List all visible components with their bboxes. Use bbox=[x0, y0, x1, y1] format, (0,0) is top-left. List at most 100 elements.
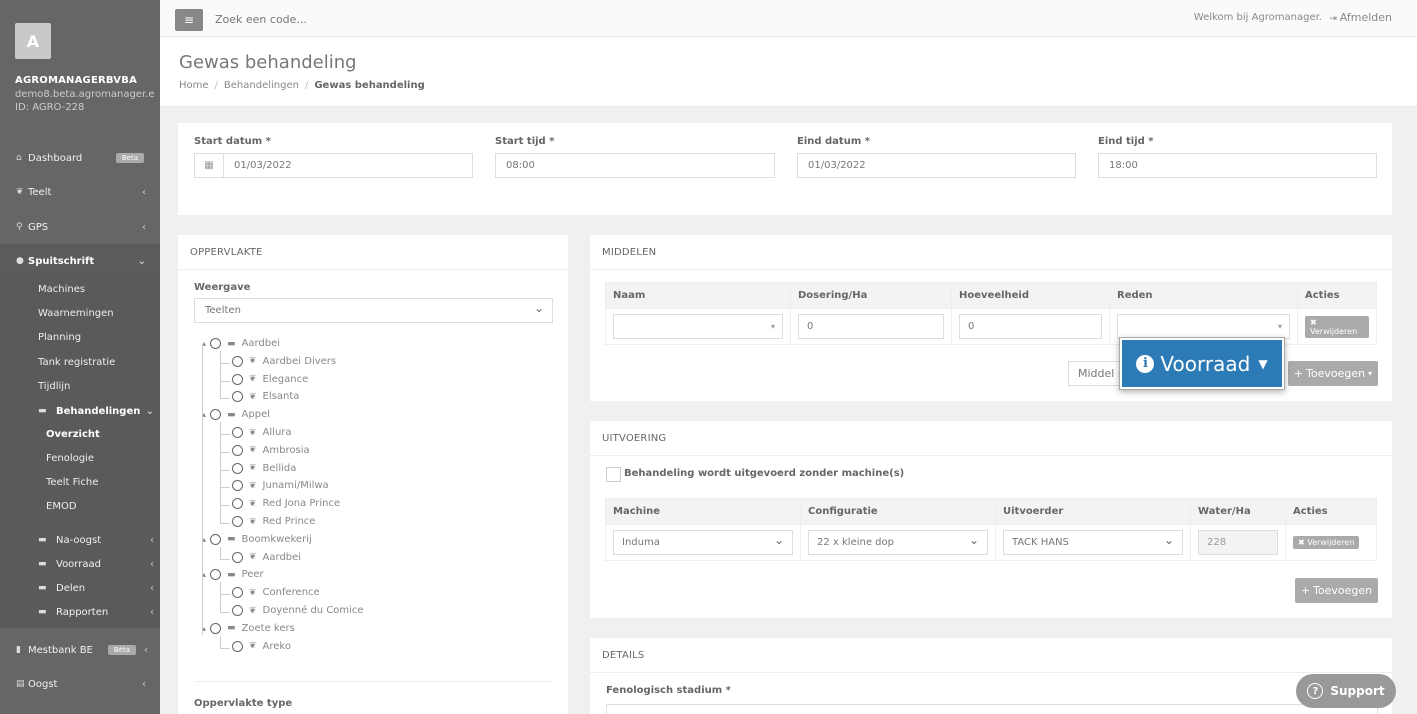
voorraad-dropdown-button[interactable]: i Voorraad ▼ bbox=[1119, 337, 1285, 390]
menu-toggle-button[interactable]: ≡ bbox=[175, 9, 203, 31]
tree-connector bbox=[220, 523, 230, 524]
radio-circle[interactable] bbox=[232, 551, 243, 563]
radio-circle[interactable] bbox=[210, 409, 222, 421]
breadcrumb-behandelingen[interactable]: Behandelingen bbox=[224, 80, 299, 91]
calendar-icon[interactable]: ▦ bbox=[194, 153, 224, 178]
tree-group-label: Zoete kers bbox=[241, 622, 295, 634]
tree-leaf[interactable]: ❦ Areko bbox=[232, 640, 291, 652]
tree-leaf-label: Elsanta bbox=[262, 391, 300, 403]
radio-circle[interactable] bbox=[232, 498, 243, 510]
chevron-left-icon: ‹ bbox=[150, 534, 154, 546]
sidebar-item-label: Teelt bbox=[28, 186, 52, 198]
sidebar-item-teelt[interactable]: ❦ Teelt ‹ bbox=[0, 180, 160, 204]
sidebar-subitem-voorraad[interactable]: ▬ Voorraad ‹ bbox=[0, 552, 160, 576]
radio-circle[interactable] bbox=[232, 480, 243, 492]
folder-icon: ▬ bbox=[38, 607, 47, 617]
tree-leaf[interactable]: ❦ Aardbei bbox=[232, 551, 301, 563]
sidebar-subitem-delen[interactable]: ▬ Delen ‹ bbox=[0, 576, 160, 600]
radio-circle[interactable] bbox=[232, 391, 243, 403]
sidebar-subitem-planning[interactable]: Planning bbox=[38, 332, 81, 343]
tree-leaf[interactable]: ❦ Elsanta bbox=[232, 391, 300, 403]
tree-leaf[interactable]: ❦ Bellida bbox=[232, 462, 296, 474]
machine-select[interactable]: Induma bbox=[613, 530, 793, 555]
tree-group[interactable]: ▴ ▬ Zoete kers bbox=[202, 622, 295, 634]
tree-leaf[interactable]: ❦ Aardbei Divers bbox=[232, 355, 336, 367]
eind-datum-input[interactable]: 01/03/2022 bbox=[797, 153, 1076, 178]
tree-group[interactable]: ▴ ▬ Appel bbox=[202, 409, 270, 421]
fenologisch-select[interactable] bbox=[606, 704, 1378, 714]
radio-circle[interactable] bbox=[232, 444, 243, 456]
tree-leaf[interactable]: ❦ Ambrosia bbox=[232, 444, 310, 456]
no-machine-checkbox[interactable] bbox=[606, 467, 621, 482]
sidebar-subitem-emod[interactable]: EMOD bbox=[46, 501, 77, 512]
configuratie-select[interactable]: 22 x kleine dop bbox=[808, 530, 988, 555]
sidebar-item-gps[interactable]: ⚲ GPS ‹ bbox=[0, 215, 160, 239]
tree-leaf[interactable]: ❦ Elegance bbox=[232, 373, 308, 385]
tree-group[interactable]: ▴ ▬ Boomkwekerij bbox=[202, 533, 312, 545]
add-middel-button[interactable]: + Toevoegen ▾ bbox=[1288, 361, 1378, 386]
hamburger-icon: ≡ bbox=[183, 13, 195, 27]
sidebar-item-oogst[interactable]: ▤ Oogst ‹ bbox=[0, 672, 160, 696]
sidebar-subitem-behandelingen[interactable]: ▬ Behandelingen ⌄ bbox=[0, 399, 160, 423]
radio-circle[interactable] bbox=[232, 373, 243, 385]
tree-group[interactable]: ▴ ▬ Peer bbox=[202, 569, 264, 581]
sidebar-subitem-rapporten[interactable]: ▬ Rapporten ‹ bbox=[0, 600, 160, 624]
uitvoerder-select[interactable]: TACK HANS bbox=[1003, 530, 1183, 555]
radio-circle[interactable] bbox=[232, 516, 243, 527]
start-datum-input[interactable]: 01/03/2022 bbox=[223, 153, 473, 178]
delete-label: Verwijderen bbox=[1310, 326, 1358, 336]
search-input[interactable] bbox=[215, 13, 515, 26]
eind-tijd-input[interactable]: 18:00 bbox=[1098, 153, 1377, 178]
tree-leaf[interactable]: ❦ Allura bbox=[232, 427, 292, 438]
radio-circle[interactable] bbox=[210, 622, 222, 634]
sidebar-item-mestbank[interactable]: ▮ Mestbank BE Bèta ‹ bbox=[0, 638, 160, 662]
tree-connector bbox=[220, 546, 221, 559]
sidebar-subitem-waarnemingen[interactable]: Waarnemingen bbox=[38, 308, 114, 319]
leaf-icon: ❦ bbox=[249, 516, 257, 527]
add-machine-button[interactable]: + Toevoegen bbox=[1295, 578, 1378, 603]
delete-button[interactable]: ✖ Verwijderen bbox=[1305, 315, 1369, 338]
tree-leaf[interactable]: ❦ Doyenné du Comice bbox=[232, 605, 364, 616]
radio-circle[interactable] bbox=[232, 355, 243, 367]
start-tijd-input[interactable]: 08:00 bbox=[495, 153, 775, 178]
tree-leaf[interactable]: ❦ Conference bbox=[232, 587, 320, 599]
tree-leaf[interactable]: ❦ Red Jona Prince bbox=[232, 498, 341, 510]
dosering-input[interactable]: 0 bbox=[798, 314, 944, 339]
support-button[interactable]: ? Support bbox=[1296, 674, 1396, 708]
chevron-left-icon: ‹ bbox=[150, 606, 154, 618]
breadcrumb-home[interactable]: Home bbox=[179, 80, 209, 91]
tree-leaf-label: Red Prince bbox=[262, 516, 316, 527]
col-configuratie: Configuratie bbox=[800, 498, 996, 525]
tree-group[interactable]: ▴ ▬ Aardbei bbox=[202, 338, 280, 349]
sidebar-item-label: Behandelingen bbox=[56, 405, 141, 417]
sidebar-subitem-na-oogst[interactable]: ▬ Na-oogst ‹ bbox=[0, 528, 160, 552]
radio-circle[interactable] bbox=[210, 533, 222, 545]
sidebar-subitem-tank-registratie[interactable]: Tank registratie bbox=[38, 357, 115, 368]
tree-leaf[interactable]: ❦ Red Prince bbox=[232, 516, 315, 527]
sidebar-subitem-teelt-fiche[interactable]: Teelt Fiche bbox=[46, 477, 98, 488]
radio-circle[interactable] bbox=[210, 338, 222, 349]
weergave-select[interactable]: Teelten bbox=[194, 298, 553, 323]
naam-select[interactable] bbox=[613, 314, 783, 339]
tree-leaf-label: Red Jona Prince bbox=[262, 498, 341, 510]
sidebar-item-spuitschrift[interactable]: ● Spuitschrift ⌄ bbox=[0, 249, 160, 273]
sidebar-subitem-fenologie[interactable]: Fenologie bbox=[46, 453, 94, 464]
radio-circle[interactable] bbox=[232, 640, 243, 652]
hoeveelheid-input[interactable]: 0 bbox=[959, 314, 1102, 339]
folder-icon: ▬ bbox=[38, 535, 47, 545]
tree-leaf[interactable]: ❦ Junami/Milwa bbox=[232, 480, 329, 492]
delete-button[interactable]: ✖ Verwijderen bbox=[1293, 536, 1360, 549]
logout-link[interactable]: ⇥ Afmelden bbox=[1329, 11, 1392, 24]
sidebar-subitem-tijdlijn[interactable]: Tijdlijn bbox=[38, 381, 70, 392]
sidebar-subitem-machines[interactable]: Machines bbox=[38, 284, 85, 295]
radio-circle[interactable] bbox=[232, 462, 243, 474]
radio-circle[interactable] bbox=[232, 427, 243, 438]
radio-circle[interactable] bbox=[210, 569, 222, 581]
sidebar-subitem-overzicht[interactable]: Overzicht bbox=[46, 429, 100, 440]
radio-circle[interactable] bbox=[232, 587, 243, 599]
avatar[interactable]: A bbox=[15, 23, 51, 59]
radio-circle[interactable] bbox=[232, 605, 243, 616]
reden-select[interactable] bbox=[1117, 314, 1290, 339]
sidebar-item-dashboard[interactable]: ⌂ Dashboard Beta bbox=[0, 146, 160, 170]
tree-leaf-label: Conference bbox=[262, 587, 320, 599]
